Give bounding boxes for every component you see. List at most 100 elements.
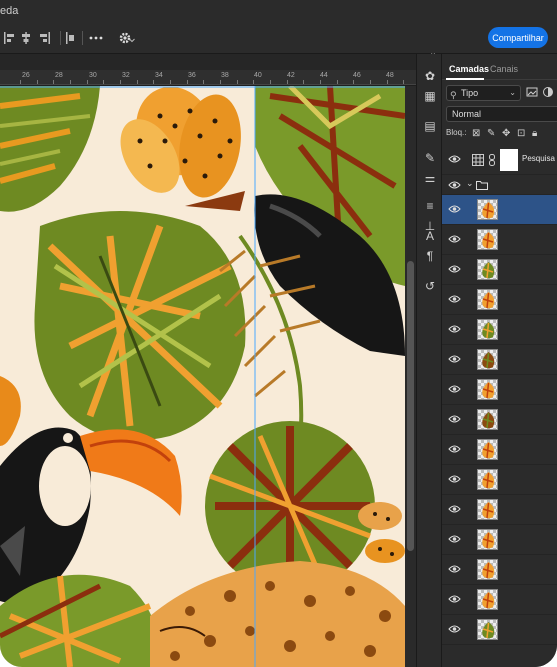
character-icon[interactable]: A (422, 228, 438, 244)
layer-thumbnail (477, 439, 498, 460)
layer-thumbnail (477, 229, 498, 250)
scrollbar-thumb[interactable] (407, 261, 414, 551)
title-bar: eda (0, 0, 557, 22)
layer-row[interactable] (442, 345, 557, 375)
history-icon[interactable]: ↺ (422, 278, 438, 294)
libraries-icon[interactable]: ▤ (422, 118, 438, 134)
layer-name: Pesquisa d (522, 154, 557, 163)
adjustments-icon[interactable]: ⚌ (422, 170, 438, 186)
layer-row[interactable] (442, 555, 557, 585)
vertical-scrollbar[interactable] (405, 86, 416, 667)
chevron-down-icon: ⌄ (509, 88, 516, 97)
layer-row[interactable] (442, 255, 557, 285)
lock-all-icon[interactable]: 🔒︎ (532, 128, 537, 139)
align-left-icon[interactable] (2, 30, 18, 46)
lock-row: Bloq.: ⊠ ✎ ✥ ⊡ 🔒︎ (442, 125, 557, 143)
eye-icon[interactable] (448, 324, 461, 334)
layer-row[interactable] (442, 375, 557, 405)
layer-thumbnail (477, 589, 498, 610)
share-button[interactable]: Compartilhar (488, 27, 548, 48)
layer-row[interactable] (442, 585, 557, 615)
layer-thumbnail (477, 619, 498, 640)
layer-row[interactable] (442, 285, 557, 315)
eye-icon[interactable] (448, 264, 461, 274)
layer-row[interactable] (442, 225, 557, 255)
eye-icon[interactable] (448, 594, 461, 604)
tab-canais[interactable]: Canais (490, 64, 518, 74)
layer-group-row[interactable]: ⌄ (442, 175, 557, 195)
eye-icon[interactable] (448, 384, 461, 394)
filter-value: Tipo (461, 88, 479, 98)
layer-row[interactable] (442, 495, 557, 525)
lock-label: Bloq.: (446, 128, 467, 137)
color-palette-icon[interactable]: ✿ (422, 68, 438, 84)
layer-row[interactable] (442, 315, 557, 345)
options-bar (0, 22, 557, 54)
ruler-label: 40 (254, 72, 262, 79)
layer-row[interactable] (442, 195, 557, 225)
ruler-label: 32 (122, 72, 130, 79)
chevron-down-icon[interactable]: ⌄ (466, 178, 474, 189)
eye-icon[interactable] (448, 444, 461, 454)
tab-camadas[interactable]: Camadas (449, 64, 489, 74)
artwork-image (0, 86, 405, 667)
adjustment-filter-icon[interactable] (542, 86, 554, 98)
swatches-grid-icon[interactable]: ▦ (422, 88, 438, 104)
ruler-label: 38 (221, 72, 229, 79)
ruler-label: 34 (155, 72, 163, 79)
ruler-label: 36 (188, 72, 196, 79)
layer-thumbnail (477, 499, 498, 520)
layers-list: Pesquisa d ⌄ (442, 145, 557, 667)
eye-icon[interactable] (448, 354, 461, 364)
ruler-label: 46 (353, 72, 361, 79)
layer-thumbnail (477, 319, 498, 340)
layer-row[interactable] (442, 615, 557, 645)
layer-filter-select[interactable]: ⚲ Tipo ⌄ (446, 85, 521, 101)
eye-icon[interactable] (448, 294, 461, 304)
layer-row[interactable] (442, 405, 557, 435)
ruler-label: 28 (55, 72, 63, 79)
eye-icon[interactable] (448, 624, 461, 634)
divider (60, 31, 61, 45)
lock-pixels-icon[interactable]: ✎ (487, 128, 495, 139)
eye-icon[interactable] (448, 414, 461, 424)
brush-icon[interactable]: ✎ (422, 150, 438, 166)
layer-row[interactable] (442, 435, 557, 465)
eye-icon[interactable] (448, 504, 461, 514)
chevron-down-icon[interactable] (129, 30, 135, 46)
image-filter-icon[interactable] (526, 86, 538, 98)
layer-mask-thumbnail (500, 149, 518, 171)
blend-mode-select[interactable]: Normal (446, 106, 557, 122)
eye-icon[interactable] (448, 534, 461, 544)
lock-position-icon[interactable]: ✥ (502, 128, 510, 139)
eye-icon[interactable] (448, 474, 461, 484)
divider (82, 31, 83, 45)
eye-icon[interactable] (448, 234, 461, 244)
channels-icon[interactable]: ≡ (422, 198, 438, 214)
eye-icon[interactable] (448, 204, 461, 214)
layer-thumbnail (477, 469, 498, 490)
window-title: eda (0, 5, 19, 17)
ruler-label: 42 (287, 72, 295, 79)
layer-row[interactable] (442, 525, 557, 555)
layer-row[interactable] (442, 465, 557, 495)
more-options-icon[interactable] (88, 30, 104, 46)
grid-fill-icon (472, 154, 484, 166)
eye-icon[interactable] (448, 564, 461, 574)
panel-icon-column: ✿ ▦ ▤ ✎ ⚌ ≡ ⊥ A ¶ ↺ (416, 54, 442, 667)
eye-icon[interactable] (448, 154, 461, 164)
lock-artboard-icon[interactable]: ⊡ (517, 128, 525, 139)
eye-icon[interactable] (448, 180, 461, 190)
lock-transparency-icon[interactable]: ⊠ (472, 128, 480, 139)
paragraph-icon[interactable]: ¶ (422, 248, 438, 264)
document-canvas[interactable] (0, 86, 405, 667)
distribute-icon[interactable] (64, 30, 80, 46)
layer-thumbnail (477, 379, 498, 400)
horizontal-ruler: 26 28 30 32 34 36 38 40 42 44 46 48 (0, 70, 416, 85)
link-chain-icon[interactable] (488, 154, 496, 166)
align-center-icon[interactable] (18, 30, 34, 46)
layer-row-fill[interactable]: Pesquisa d (442, 145, 557, 175)
layer-thumbnail (477, 559, 498, 580)
layer-thumbnail (477, 199, 498, 220)
align-right-icon[interactable] (36, 30, 52, 46)
